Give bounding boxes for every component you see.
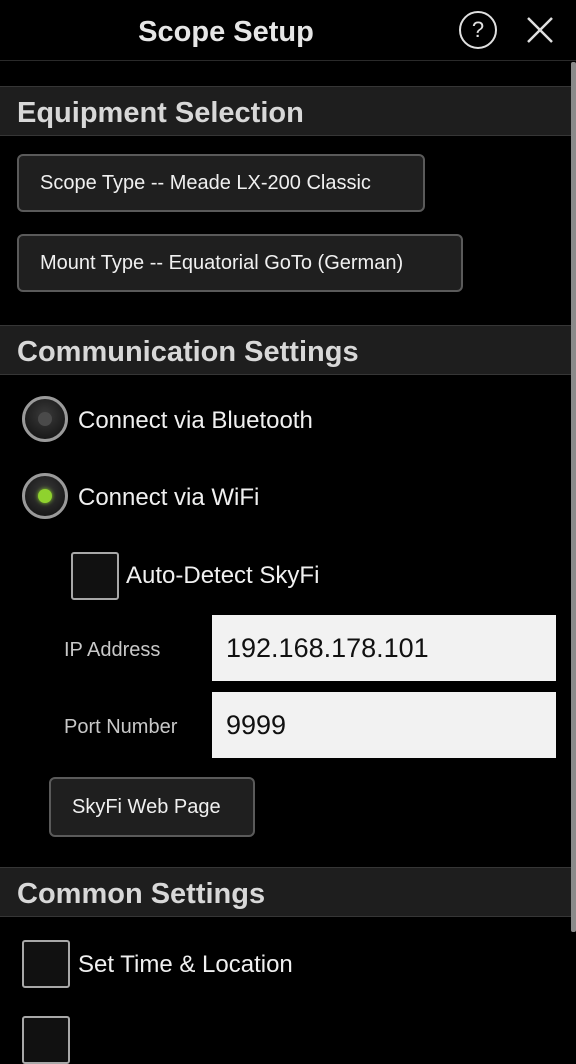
scope-type-button[interactable]: Scope Type -- Meade LX-200 Classic [17, 154, 425, 212]
auto-detect-checkbox[interactable] [71, 552, 119, 600]
port-number-label: Port Number [64, 716, 178, 738]
ip-address-field[interactable]: 192.168.178.101 [212, 615, 556, 681]
bluetooth-radio[interactable] [22, 396, 68, 442]
port-number-field[interactable]: 9999 [212, 692, 556, 758]
section-header-communication: Communication Settings [0, 325, 571, 375]
section-title: Communication Settings [17, 336, 359, 368]
next-setting-checkbox[interactable] [22, 1016, 70, 1064]
set-time-location-label[interactable]: Set Time & Location [78, 951, 293, 979]
title-bar: Scope Setup ? [0, 0, 576, 61]
wifi-radio[interactable] [22, 473, 68, 519]
scrollbar[interactable] [571, 62, 576, 932]
section-header-common: Common Settings [0, 867, 571, 917]
section-header-equipment: Equipment Selection [0, 86, 571, 136]
mount-type-button[interactable]: Mount Type -- Equatorial GoTo (German) [17, 234, 463, 292]
bluetooth-label[interactable]: Connect via Bluetooth [78, 407, 313, 435]
skyfi-web-page-button[interactable]: SkyFi Web Page [49, 777, 255, 837]
help-icon[interactable]: ? [459, 11, 497, 49]
section-title: Equipment Selection [17, 97, 304, 129]
set-time-location-checkbox[interactable] [22, 940, 70, 988]
ip-address-label: IP Address [64, 639, 161, 661]
page-title: Scope Setup [138, 16, 314, 48]
radio-dot [38, 412, 52, 426]
auto-detect-label[interactable]: Auto-Detect SkyFi [126, 562, 319, 590]
radio-dot-selected [38, 489, 52, 503]
wifi-label[interactable]: Connect via WiFi [78, 484, 259, 512]
close-icon[interactable] [524, 14, 556, 46]
section-title: Common Settings [17, 878, 266, 910]
